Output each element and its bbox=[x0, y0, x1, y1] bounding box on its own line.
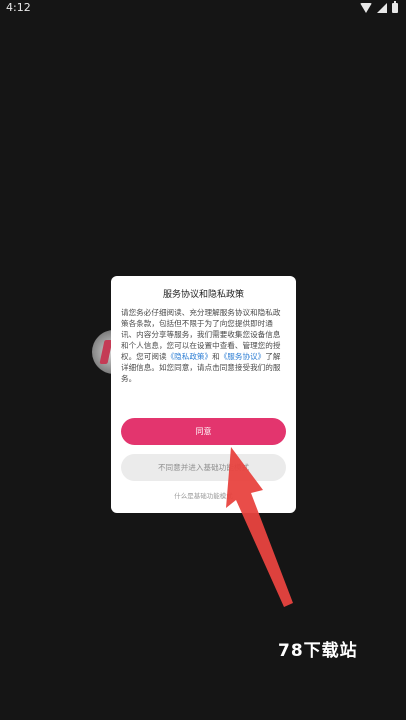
privacy-dialog: 服务协议和隐私政策 请您务必仔细阅读、充分理解服务协议和隐私政策各条款，包括但不… bbox=[111, 276, 296, 513]
dialog-body: 请您务必仔细阅读、充分理解服务协议和隐私政策各条款，包括但不限于为了向您提供即时… bbox=[121, 307, 287, 384]
status-bar: 4:12 bbox=[0, 0, 406, 16]
refuse-basic-mode-button[interactable]: 不同意并进入基础功能模式 bbox=[121, 454, 286, 481]
watermark-text: 78下载站 bbox=[278, 641, 358, 661]
signal-icon bbox=[377, 3, 387, 13]
status-icons bbox=[360, 1, 398, 14]
battery-icon bbox=[392, 1, 398, 13]
dialog-title: 服务协议和隐私政策 bbox=[162, 290, 244, 300]
basic-mode-info-link[interactable]: 什么是基础功能模式 bbox=[111, 490, 296, 500]
agree-button[interactable]: 同意 bbox=[121, 418, 286, 445]
service-agreement-link[interactable]: 《服务协议》 bbox=[220, 352, 266, 361]
status-time: 4:12 bbox=[6, 1, 31, 14]
and-text: 和 bbox=[212, 352, 220, 361]
privacy-policy-link[interactable]: 《隐私政策》 bbox=[167, 352, 213, 361]
wifi-icon bbox=[360, 3, 372, 13]
